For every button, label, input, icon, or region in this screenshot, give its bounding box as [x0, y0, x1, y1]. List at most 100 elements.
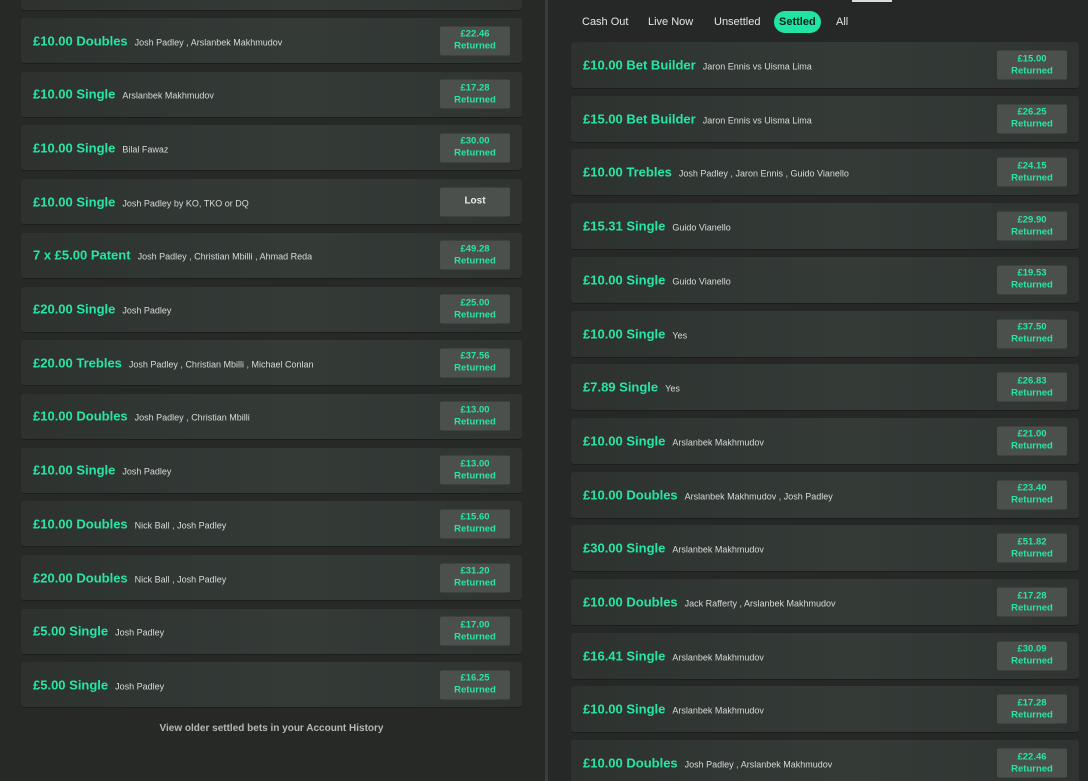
bet-stake: 7 x £5.00 Patent: [33, 247, 131, 263]
bet-selection: Nick Ball , Josh Padley: [134, 520, 227, 531]
bet-card[interactable]: £15.00 Bet Builder Jaron Ennis vs Uisma L…: [571, 95, 1079, 142]
bet-stake: £15.00 Bet Builder: [583, 111, 696, 127]
bet-selection: Arslanbek Makhmudov: [672, 705, 764, 716]
bet-card[interactable]: £10.00 Doubles Josh Padley , Arslanbek Ma…: [571, 740, 1079, 781]
bet-status: Returned: [454, 40, 496, 52]
bet-selection: Josh Padley: [115, 627, 165, 638]
bet-card[interactable]: 7 x £5.00 Patent Josh Padley , Christian …: [21, 232, 522, 278]
return-amount: £22.46: [1017, 751, 1047, 763]
bet-card[interactable]: £10.00 Single Yes £37.50 Returned: [571, 310, 1079, 357]
bet-card[interactable]: £10.00 Doubles Josh Padley , Christian Mb…: [21, 393, 522, 439]
return-amount: £49.28: [460, 243, 490, 255]
bet-card[interactable]: £10.00 Single Arslanbek Makhmudov £17.28 Re…: [21, 71, 522, 117]
bet-status: Returned: [454, 362, 496, 374]
bet-status: Returned: [1011, 709, 1053, 721]
tab-all[interactable]: All: [836, 11, 848, 33]
bet-card[interactable]: £5.00 Single Josh Padley £16.25 Returned: [21, 662, 522, 708]
bet-title: £10.00 Single Arslanbek Makhmudov: [583, 433, 764, 448]
tab-unsettled[interactable]: Unsettled: [714, 11, 760, 33]
bet-result-badge: £30.00 Returned: [440, 133, 510, 163]
bet-card[interactable]: £20.00 Single Josh Padley £25.00 Returned: [21, 286, 522, 332]
account-history-link[interactable]: View older settled bets in your Account …: [21, 723, 522, 734]
bet-card[interactable]: £5.00 Single Josh Padley £17.00 Returned: [21, 608, 522, 654]
bet-title: £5.00 Single Josh Padley: [33, 624, 164, 639]
bet-status: Returned: [1011, 763, 1053, 775]
bet-result-badge: Lost: [440, 187, 510, 217]
bet-result-badge: £31.20 Returned: [440, 563, 510, 592]
bet-result-badge: £26.83 Returned: [997, 372, 1067, 402]
bet-stake: £15.31 Single: [583, 218, 666, 234]
bet-selection: Bilal Fawaz: [122, 144, 169, 155]
bet-stake: £20.00 Doubles: [33, 570, 128, 585]
bet-card[interactable]: £15.31 Single Guido Vianello £29.90 Returne…: [571, 203, 1079, 250]
bet-card[interactable]: £10.00 Single Bilal Fawaz £30.00 Returned: [21, 125, 522, 171]
bet-selection: Josh Padley , Arslanbek Makhmudov: [134, 37, 283, 47]
tab-settled[interactable]: Settled: [774, 11, 821, 33]
bet-result-badge: £16.25 Returned: [440, 670, 510, 700]
bet-selection: Josh Padley: [115, 681, 165, 692]
bet-title: £10.00 Single Arslanbek Makhmudov: [583, 702, 764, 717]
bet-result-badge: £37.56 Returned: [440, 348, 510, 378]
bet-result-badge: £17.28 Returned: [440, 79, 510, 109]
return-amount: £30.09: [1017, 643, 1047, 655]
bet-title: £7.89 Single Yes: [583, 380, 680, 395]
bet-title: 7 x £5.00 Patent Josh Padley , Christian …: [33, 248, 312, 263]
bet-status: Returned: [454, 94, 496, 106]
bet-title: £10.00 Bet Builder Jaron Ennis vs Uisma L…: [583, 58, 812, 73]
bet-card[interactable]: £10.00 Doubles Nick Ball , Josh Padley £15…: [21, 501, 522, 547]
bet-card[interactable]: £10.00 Single Guido Vianello £19.53 Returne…: [571, 256, 1079, 303]
bet-title: £20.00 Trebles Josh Padley , Christian Mb…: [33, 355, 314, 370]
bet-card[interactable]: £10.00 Trebles Josh Padley , Jaron Ennis …: [571, 149, 1079, 196]
return-amount: £26.25: [1017, 106, 1047, 118]
bet-card[interactable]: £30.00 Single Arslanbek Makhmudov £51.82 Re…: [571, 525, 1079, 572]
bet-title: £10.00 Doubles Jack Rafferty , Arslanbek …: [583, 595, 836, 610]
return-amount: £15.60: [460, 511, 490, 523]
bet-card[interactable]: £20.00 Doubles Nick Ball , Josh Padley £31…: [21, 555, 522, 600]
bet-result-badge: £17.28 Returned: [997, 694, 1067, 724]
bet-card[interactable]: £10.00 Doubles Josh Padley , Arslanbek Ma…: [21, 18, 522, 63]
bet-title: £10.00 Single Josh Padley: [33, 463, 171, 478]
bet-selection: Jaron Ennis vs Uisma Lima: [702, 61, 812, 72]
bet-selection: Arslanbek Makhmudov: [672, 652, 764, 663]
bet-stake: £20.00 Single: [33, 301, 116, 317]
return-amount: £29.90: [1017, 214, 1047, 226]
bet-stake: £10.00 Doubles: [583, 487, 678, 503]
return-amount: £26.83: [1017, 375, 1047, 387]
bet-card[interactable]: £20.00 Trebles Josh Padley , Christian Mb…: [21, 340, 522, 386]
bet-result-badge: £17.28 Returned: [997, 587, 1067, 617]
bet-card[interactable]: £10.00 Doubles Jack Rafferty , Arslanbek …: [571, 579, 1079, 625]
bet-stake: £10.00 Single: [33, 140, 116, 156]
return-amount: £16.25: [460, 672, 490, 684]
bet-card[interactable]: £10.00 Single Josh Padley £13.00 Returned: [21, 447, 522, 493]
bet-selection: Guido Vianello: [672, 276, 731, 287]
bet-card[interactable]: £7.89 Single Yes £26.83 Returned: [571, 364, 1079, 411]
tab-live-now[interactable]: Live Now: [648, 11, 693, 33]
bet-result-badge: £21.00 Returned: [997, 426, 1067, 456]
bet-selection: Josh Padley: [122, 305, 172, 316]
bet-card[interactable]: £10.00 Single Arslanbek Makhmudov £21.00 Re…: [571, 417, 1079, 464]
bet-stake: £10.00 Single: [33, 86, 116, 102]
bet-stake: £10.00 Single: [33, 194, 116, 210]
bet-card[interactable]: £10.00 Single Josh Padley by KO, TKO or D…: [21, 179, 522, 225]
bet-status: Returned: [1011, 548, 1053, 560]
bet-title: £10.00 Trebles Josh Padley , Jaron Ennis …: [583, 165, 849, 180]
return-amount: £37.56: [460, 350, 490, 362]
return-amount: £24.15: [1017, 160, 1047, 172]
bet-card[interactable]: £10.00 Single Arslanbek Makhmudov £17.28 Re…: [571, 686, 1079, 733]
bet-stake: £5.00 Single: [33, 623, 109, 639]
bet-title: £10.00 Single Guido Vianello: [583, 272, 731, 287]
return-amount: £17.28: [460, 82, 490, 94]
bet-stake: £30.00 Single: [583, 540, 666, 556]
bet-card[interactable]: £10.00 Bet Builder Jaron Ennis vs Uisma L…: [571, 42, 1079, 88]
bet-status: Returned: [454, 523, 496, 535]
bet-card[interactable]: £16.41 Single Arslanbek Makhmudov £30.09 Re…: [571, 632, 1079, 679]
bet-selection: Yes: [672, 330, 688, 340]
return-amount: £13.00: [460, 458, 490, 470]
bet-stake: £10.00 Doubles: [583, 755, 678, 771]
tab-cash-out[interactable]: Cash Out: [582, 11, 628, 33]
bet-status: Returned: [1011, 118, 1053, 130]
bet-status: Returned: [454, 147, 496, 159]
bet-selection: Josh Padley , Christian Mbilli , Michael…: [128, 359, 314, 370]
bet-title: £10.00 Doubles Josh Padley , Arslanbek Ma…: [33, 33, 282, 48]
bet-card[interactable]: £10.00 Doubles Arslanbek Makhmudov , Josh…: [571, 471, 1079, 518]
